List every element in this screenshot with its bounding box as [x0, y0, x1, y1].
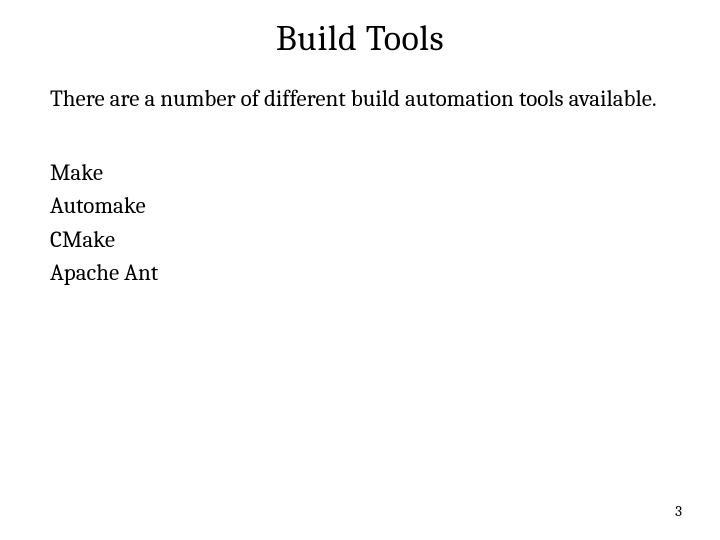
list-item: Apache Ant — [50, 256, 670, 289]
list-item: Automake — [50, 189, 670, 222]
page-number: 3 — [675, 502, 682, 520]
intro-paragraph: There are a number of different build au… — [50, 83, 670, 114]
list-item: CMake — [50, 223, 670, 256]
slide: Build Tools There are a number of differ… — [0, 0, 720, 540]
list-item: Make — [50, 156, 670, 189]
tool-list: Make Automake CMake Apache Ant — [50, 156, 670, 289]
slide-title: Build Tools — [50, 18, 670, 59]
